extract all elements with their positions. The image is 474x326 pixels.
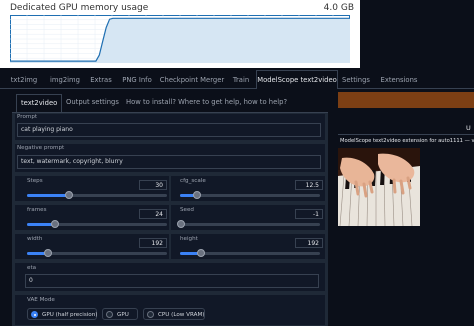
tab-extensions[interactable]: Extensions — [376, 73, 422, 88]
tab-png-info[interactable]: PNG Info — [118, 73, 156, 88]
steps-label: Steps — [27, 178, 43, 184]
generate-button[interactable] — [338, 92, 474, 108]
vae-mode-label: VAE Mode — [27, 297, 55, 303]
tab-train[interactable]: Train — [228, 73, 254, 88]
cfg-scale-block: cfg_scale 12.5 — [170, 175, 326, 202]
eta-label: eta — [27, 265, 37, 271]
extension-caption: ModelScope text2video extension for auto… — [340, 138, 474, 144]
prompt-label: Prompt — [17, 114, 38, 120]
negative-prompt-label: Negative prompt — [17, 145, 65, 151]
subtab-text2video[interactable]: text2video — [16, 94, 63, 112]
cfg-scale-slider[interactable] — [180, 191, 320, 199]
height-slider[interactable] — [180, 249, 320, 257]
vae-option-cpu[interactable]: CPU (Low VRAM) — [143, 308, 205, 320]
seed-slider[interactable] — [177, 220, 320, 228]
radio-selected-icon — [31, 311, 38, 318]
seed-block: Seed -1 — [170, 204, 326, 231]
width-slider-thumb[interactable] — [44, 249, 52, 257]
radio-unselected-icon — [106, 311, 113, 318]
tab-txt2img[interactable]: txt2img — [4, 73, 44, 88]
tab-extras[interactable]: Extras — [86, 73, 116, 88]
gpu-memory-title: Dedicated GPU memory usage — [10, 3, 149, 13]
tab-modelscope-text2video[interactable]: ModelScope text2video — [256, 70, 338, 89]
cfg-scale-slider-thumb[interactable] — [192, 191, 201, 199]
gpu-memory-max-label: 4.0 GB — [323, 3, 354, 13]
height-slider-thumb[interactable] — [197, 249, 205, 257]
negative-prompt-block: Negative prompt text, watermark, copyrig… — [14, 143, 326, 173]
vae-option-gpu-label: GPU — [117, 312, 129, 318]
seed-slider-thumb[interactable] — [177, 220, 186, 228]
tab-img2img[interactable]: img2img — [46, 73, 84, 88]
frames-slider[interactable] — [27, 220, 167, 228]
webui: txt2img img2img Extras PNG Info Checkpoi… — [0, 70, 474, 326]
right-divider — [338, 134, 474, 135]
frames-slider-thumb[interactable] — [51, 220, 59, 228]
height-label: height — [180, 236, 198, 242]
cfg-scale-label: cfg_scale — [180, 178, 206, 184]
steps-block: Steps 30 — [14, 175, 170, 202]
eta-input[interactable]: 0 — [25, 274, 319, 288]
vae-option-gpu-half-label: GPU (half precision) — [42, 312, 98, 318]
steps-slider[interactable] — [27, 191, 167, 199]
subtab-output-settings[interactable]: Output settings — [66, 98, 119, 106]
width-slider[interactable] — [27, 249, 167, 257]
vae-option-cpu-label: CPU (Low VRAM) — [158, 312, 205, 318]
eta-block: eta 0 — [14, 262, 326, 292]
text2video-form: Prompt cat playing piano Negative prompt… — [12, 113, 328, 326]
seed-number-input[interactable]: -1 — [295, 209, 323, 219]
vae-option-gpu-half[interactable]: GPU (half precision) — [27, 308, 97, 320]
prompt-input[interactable]: cat playing piano — [17, 123, 321, 137]
cfg-scale-number-input[interactable]: 12.5 — [295, 180, 323, 190]
gpu-memory-chart — [10, 15, 350, 63]
top-tab-bar: txt2img img2img Extras PNG Info Checkpoi… — [0, 70, 474, 89]
prompt-block: Prompt cat playing piano — [14, 113, 326, 141]
height-block: height 192 — [170, 233, 326, 260]
width-number-input[interactable]: 192 — [139, 238, 167, 248]
height-number-input[interactable]: 192 — [295, 238, 323, 248]
steps-number-input[interactable]: 30 — [139, 180, 167, 190]
frames-number-input[interactable]: 24 — [139, 209, 167, 219]
steps-slider-thumb[interactable] — [65, 191, 73, 199]
gpu-memory-panel: Dedicated GPU memory usage 4.0 GB — [0, 0, 360, 68]
right-u-label: U — [466, 124, 471, 132]
width-label: width — [27, 236, 43, 242]
tab-checkpoint-merger[interactable]: Checkpoint Merger — [158, 73, 226, 88]
vae-mode-block: VAE Mode GPU (half precision) GPU CPU (L… — [14, 294, 326, 326]
frames-label: frames — [27, 207, 47, 213]
tab-settings[interactable]: Settings — [338, 73, 374, 88]
negative-prompt-input[interactable]: text, watermark, copyright, blurry — [17, 155, 321, 169]
steps-slider-fill — [27, 194, 69, 197]
width-block: width 192 — [14, 233, 170, 260]
piano-preview-image — [338, 148, 420, 226]
radio-unselected-icon — [147, 311, 154, 318]
subtab-how-to-install[interactable]: How to install? Where to get help, how t… — [126, 98, 287, 106]
sub-tab-bar: text2video Output settings How to instal… — [12, 94, 328, 113]
frames-block: frames 24 — [14, 204, 170, 231]
vae-option-gpu[interactable]: GPU — [102, 308, 138, 320]
seed-label: Seed — [180, 207, 194, 213]
